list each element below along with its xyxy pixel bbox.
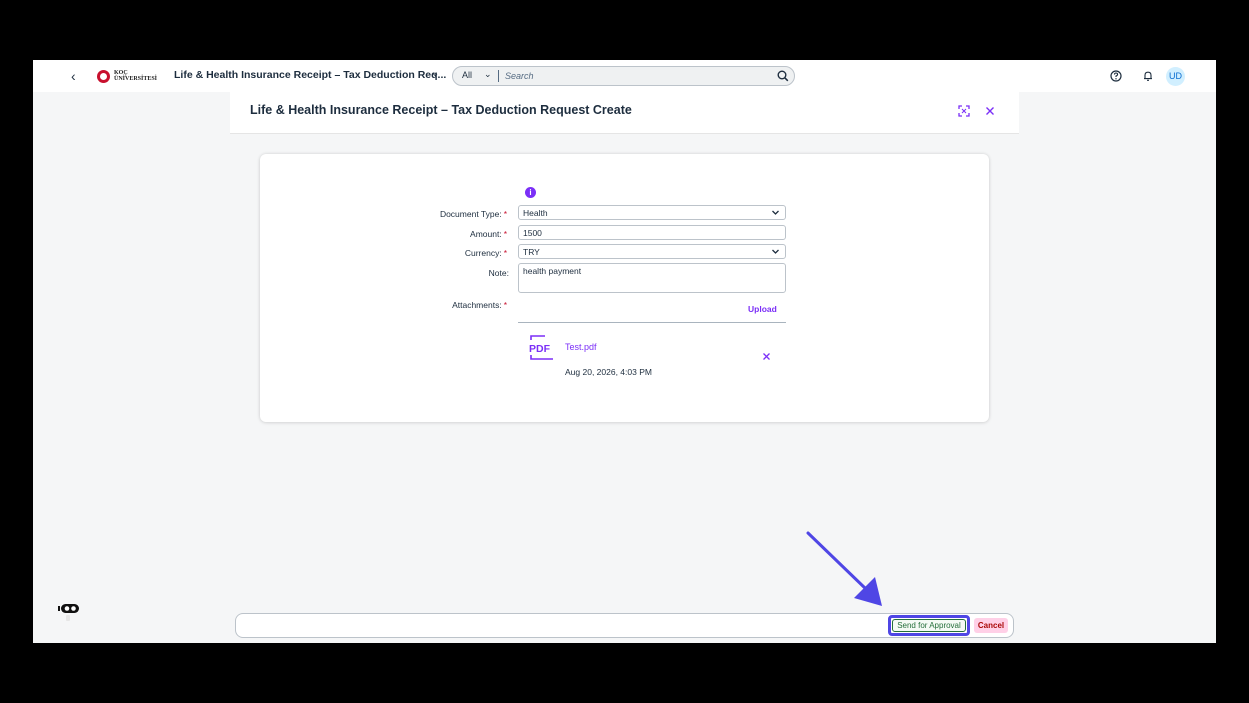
annotation-arrow: [806, 531, 882, 606]
app-window: ‹ KOÇ ÜNİVERSİTESİ Life & Health Insuran…: [33, 60, 1216, 643]
